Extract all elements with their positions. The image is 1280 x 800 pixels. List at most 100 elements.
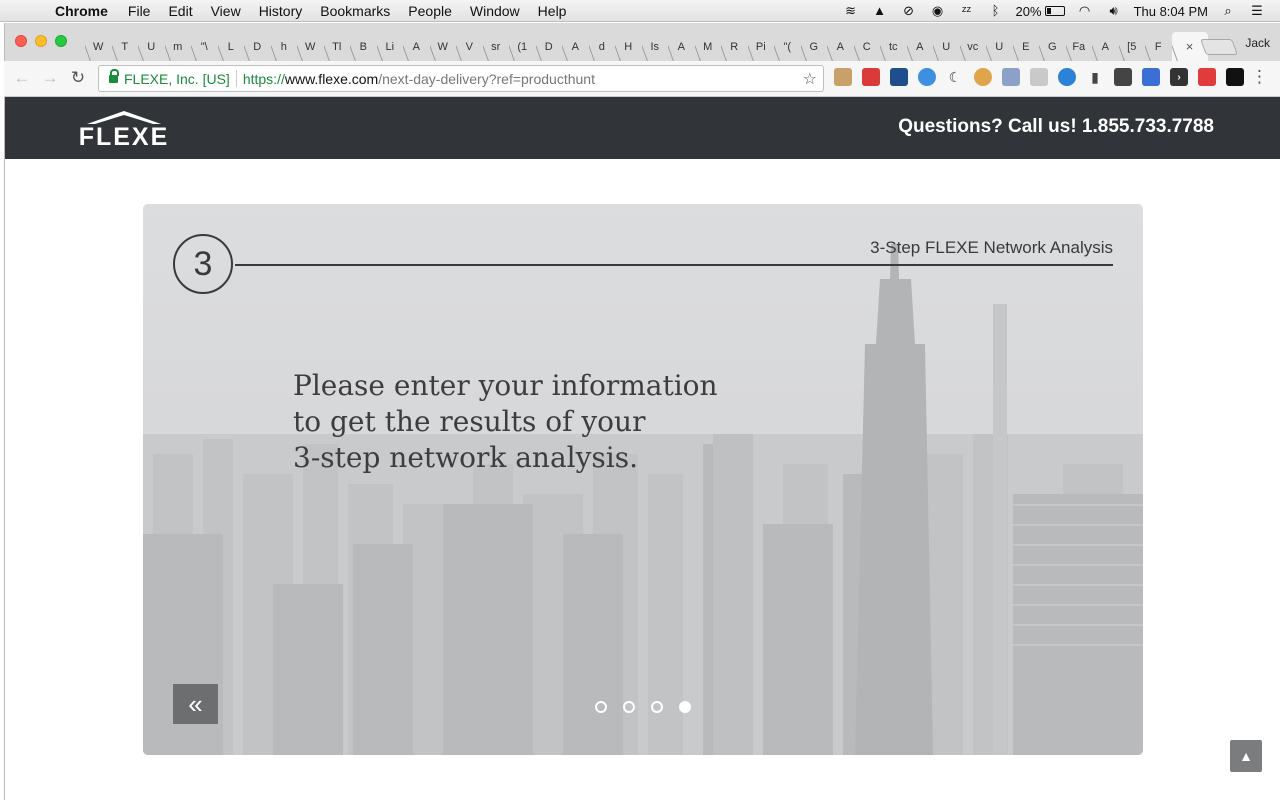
- close-tab-icon[interactable]: ×: [1186, 39, 1194, 54]
- browser-tab[interactable]: "(: [774, 32, 801, 61]
- browser-tab[interactable]: V: [456, 32, 483, 61]
- extension-compass-icon[interactable]: [918, 68, 936, 86]
- bluetooth-icon[interactable]: ᛒ: [987, 4, 1005, 18]
- phone-callout[interactable]: Questions? Call us! 1.855.733.7788: [898, 116, 1214, 138]
- browser-tab[interactable]: h: [271, 32, 298, 61]
- browser-tab[interactable]: W: [430, 32, 457, 61]
- browser-tab[interactable]: Is: [642, 32, 669, 61]
- profile-button[interactable]: Jack: [1245, 36, 1270, 50]
- extension-pocket-icon[interactable]: [1114, 68, 1132, 86]
- browser-tab[interactable]: A: [403, 32, 430, 61]
- browser-tab[interactable]: R: [721, 32, 748, 61]
- pagination-dot[interactable]: [679, 701, 691, 713]
- sleep-icon[interactable]: ᶻᶻ: [958, 4, 976, 18]
- previous-step-button[interactable]: «: [173, 684, 218, 724]
- pagination-dot[interactable]: [651, 701, 663, 713]
- browser-tab[interactable]: G: [801, 32, 828, 61]
- eye-icon[interactable]: ◉: [929, 4, 947, 18]
- browser-tab[interactable]: (1: [509, 32, 536, 61]
- extension-n-icon[interactable]: [890, 68, 908, 86]
- new-tab-button[interactable]: [1200, 39, 1238, 55]
- extension-cookie-icon[interactable]: [974, 68, 992, 86]
- browser-tab[interactable]: M: [695, 32, 722, 61]
- blocked-icon[interactable]: ⊘: [900, 4, 918, 18]
- chrome-menu-icon[interactable]: ⋮: [1251, 67, 1268, 87]
- notification-center-icon[interactable]: ☰: [1248, 4, 1266, 18]
- browser-tab[interactable]: B: [350, 32, 377, 61]
- extension-image-icon[interactable]: [1030, 68, 1048, 86]
- extension-bookmark-icon[interactable]: ▮: [1086, 68, 1104, 86]
- browser-tab[interactable]: A: [827, 32, 854, 61]
- menu-app-name[interactable]: Chrome: [55, 3, 108, 19]
- menu-edit[interactable]: Edit: [168, 3, 192, 19]
- browser-tab[interactable]: L: [218, 32, 245, 61]
- browser-tab[interactable]: H: [615, 32, 642, 61]
- browser-tab[interactable]: "\: [191, 32, 218, 61]
- extension-circle-icon[interactable]: [1058, 68, 1076, 86]
- hat-icon[interactable]: ▲: [871, 4, 889, 18]
- battery-status[interactable]: 20%: [1016, 4, 1065, 19]
- close-window-button[interactable]: [15, 35, 27, 47]
- extension-coin-icon[interactable]: [1226, 68, 1244, 86]
- menubar-clock[interactable]: Thu 8:04 PM: [1134, 4, 1208, 19]
- browser-tab[interactable]: d: [589, 32, 616, 61]
- browser-tab[interactable]: A: [668, 32, 695, 61]
- extension-moon-icon[interactable]: ☾: [946, 68, 964, 86]
- address-bar[interactable]: FLEXE, Inc. [US] https:// www.flexe.com …: [98, 65, 824, 92]
- spotlight-search-icon[interactable]: ⌕: [1219, 4, 1237, 18]
- browser-tab[interactable]: U: [986, 32, 1013, 61]
- extension-calendar-icon[interactable]: [1142, 68, 1160, 86]
- extension-arrow-icon[interactable]: ›: [1170, 68, 1188, 86]
- browser-tab[interactable]: U: [933, 32, 960, 61]
- flexe-logo[interactable]: FLEXE: [73, 110, 175, 151]
- browser-tab[interactable]: C: [854, 32, 881, 61]
- browser-tab[interactable]: Tl: [324, 32, 351, 61]
- layers-icon[interactable]: ≋: [842, 4, 860, 18]
- extension-stack-icon[interactable]: [1198, 68, 1216, 86]
- pagination-dot[interactable]: [595, 701, 607, 713]
- browser-tab[interactable]: G: [1039, 32, 1066, 61]
- menu-people[interactable]: People: [408, 3, 452, 19]
- security-chip[interactable]: FLEXE, Inc. [US]: [124, 71, 230, 87]
- browser-tab[interactable]: E: [1013, 32, 1040, 61]
- browser-tab[interactable]: m: [165, 32, 192, 61]
- browser-tab[interactable]: sr: [483, 32, 510, 61]
- browser-tab[interactable]: W: [297, 32, 324, 61]
- menu-file[interactable]: File: [128, 3, 151, 19]
- browser-tab[interactable]: Fa: [1066, 32, 1093, 61]
- browser-tab[interactable]: F: [1145, 32, 1172, 61]
- pagination-dot[interactable]: [623, 701, 635, 713]
- browser-tab[interactable]: tc: [880, 32, 907, 61]
- browser-tab[interactable]: T: [112, 32, 139, 61]
- browser-tab[interactable]: A: [1092, 32, 1119, 61]
- menu-history[interactable]: History: [259, 3, 303, 19]
- browser-tab[interactable]: D: [536, 32, 563, 61]
- browser-tab[interactable]: A: [907, 32, 934, 61]
- browser-tab[interactable]: [5: [1119, 32, 1146, 61]
- reload-icon[interactable]: ↻: [68, 68, 88, 88]
- browser-tab[interactable]: A: [562, 32, 589, 61]
- extension-bag-icon[interactable]: [834, 68, 852, 86]
- browser-tab[interactable]: Li: [377, 32, 404, 61]
- browser-tab[interactable]: D: [244, 32, 271, 61]
- extension-pen-icon[interactable]: [1002, 68, 1020, 86]
- menu-window[interactable]: Window: [470, 3, 520, 19]
- browser-tab[interactable]: U: [138, 32, 165, 61]
- back-arrow-icon[interactable]: ←: [12, 68, 32, 88]
- wifi-icon[interactable]: ◠: [1076, 4, 1094, 18]
- menu-bookmarks[interactable]: Bookmarks: [320, 3, 390, 19]
- window-controls: [15, 35, 67, 47]
- browser-tab[interactable]: Pi: [748, 32, 775, 61]
- browser-tab[interactable]: vc: [960, 32, 987, 61]
- scroll-to-top-button[interactable]: ▲: [1230, 740, 1262, 772]
- zoom-window-button[interactable]: [55, 35, 67, 47]
- browser-tab[interactable]: W: [85, 32, 112, 61]
- lock-icon[interactable]: [109, 69, 119, 84]
- forward-arrow-icon[interactable]: →: [40, 68, 60, 88]
- bookmark-star-icon[interactable]: ☆: [803, 69, 817, 89]
- extension-dots-icon[interactable]: [862, 68, 880, 86]
- minimize-window-button[interactable]: [35, 35, 47, 47]
- menu-view[interactable]: View: [211, 3, 241, 19]
- menu-help[interactable]: Help: [538, 3, 567, 19]
- volume-icon[interactable]: 🔊︎: [1105, 4, 1123, 18]
